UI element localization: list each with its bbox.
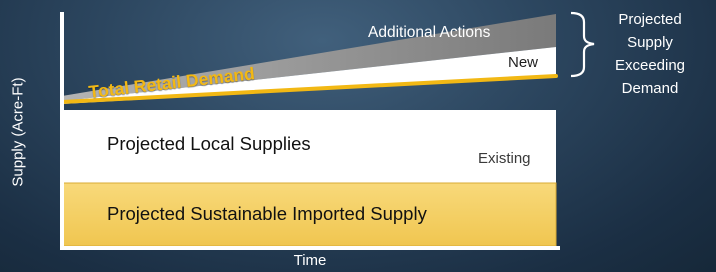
projected-supply-note: Projected Supply Exceeding Demand (589, 8, 711, 100)
local-supplies-label: Projected Local Supplies (107, 133, 311, 154)
note-line: Projected (618, 11, 682, 28)
note-line: Supply (627, 34, 673, 51)
note-line: Demand (621, 80, 679, 97)
imported-supply-label: Projected Sustainable Imported Supply (107, 203, 427, 224)
additional-actions-label: Additional Actions (368, 24, 491, 41)
existing-supply-label: Existing (478, 150, 531, 167)
new-supply-label: New (508, 54, 539, 71)
x-axis-label: Time (293, 252, 327, 269)
note-line: Exceeding (614, 57, 686, 74)
y-axis-label: Supply (Acre-Ft) (9, 77, 27, 187)
